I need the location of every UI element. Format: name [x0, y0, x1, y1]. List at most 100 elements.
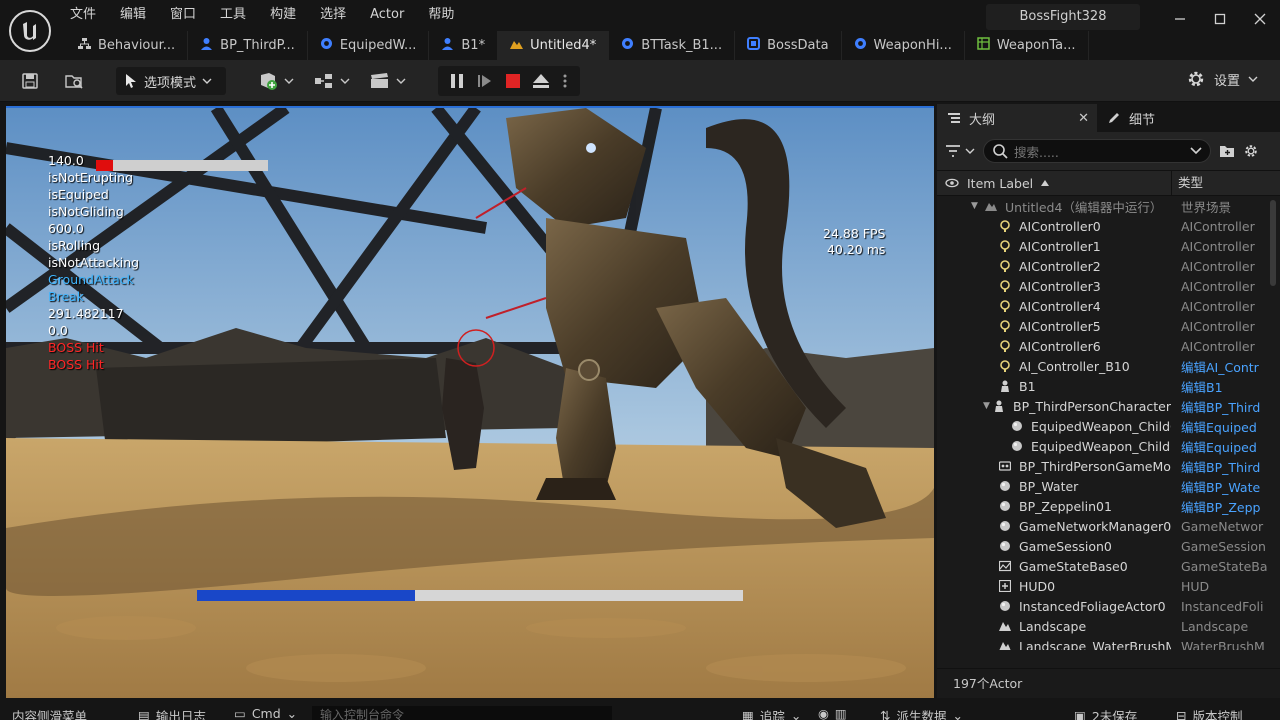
outliner-row[interactable]: GameSession0 GameSession [937, 536, 1280, 556]
close-icon[interactable]: ✕ [1078, 111, 1089, 126]
step-frame-button[interactable] [474, 68, 496, 94]
save-button[interactable] [18, 68, 42, 94]
outliner-scrollbar[interactable] [1270, 200, 1276, 286]
edit-blueprint-link[interactable]: 编辑B1 [1171, 377, 1280, 396]
expand-arrow-icon[interactable]: ▼ [971, 201, 985, 211]
menu-item[interactable]: 帮助 [416, 6, 466, 24]
outliner-row[interactable]: InstancedFoliageActor0 InstancedFoli [937, 596, 1280, 616]
source-control-label: 版本控制 [1192, 709, 1243, 720]
outliner-row[interactable]: AIController3 AIController [937, 276, 1280, 296]
edit-blueprint-link[interactable]: 编辑Equiped [1171, 437, 1280, 456]
add-actor-icon [261, 73, 294, 90]
filter-button[interactable] [945, 144, 975, 158]
outliner-row-type: WaterBrushM [1181, 638, 1265, 651]
debug-line: isNotErupting [48, 170, 134, 185]
item-label-column[interactable]: Item Label [937, 176, 1171, 191]
outliner-row[interactable]: HUD0 HUD [937, 576, 1280, 596]
record-button[interactable]: ◉ ▥ [818, 706, 847, 720]
menu-item[interactable]: 选择 [308, 6, 358, 24]
edit-blueprint-link[interactable]: 编辑BP_Zepp [1171, 497, 1280, 516]
play-options-button[interactable] [558, 68, 572, 94]
pause-button[interactable] [446, 68, 468, 94]
outliner-tab-label: 大纲 [969, 112, 996, 128]
console-input[interactable]: 输入控制台命令 [312, 706, 612, 720]
outliner-row[interactable]: ▼ Untitled4（编辑器中运行） 世界场景 [937, 196, 1280, 216]
edit-blueprint-link[interactable]: 编辑AI_Contr [1171, 357, 1280, 376]
derived-data-button[interactable]: ⇅ 派生数据 ⌄ [880, 706, 963, 720]
menu-item[interactable]: 工具 [208, 6, 258, 24]
menu-item[interactable]: 窗口 [158, 6, 208, 24]
outliner-row-type: Landscape [1181, 618, 1249, 634]
outliner-search-input[interactable]: 搜索..... [983, 139, 1211, 163]
edit-blueprint-link[interactable]: 编辑BP_Third [1171, 457, 1280, 476]
browse-button[interactable] [62, 68, 86, 94]
close-button[interactable] [1240, 0, 1280, 38]
outliner-row[interactable]: EquipedWeapon_Child1 编辑Equiped [937, 436, 1280, 456]
outliner-row[interactable]: GameStateBase0 GameStateBa [937, 556, 1280, 576]
add-actor-button[interactable] [256, 68, 296, 94]
menu-item[interactable]: 构建 [258, 6, 308, 24]
eject-button[interactable] [530, 68, 552, 94]
debug-line: isEquiped [48, 187, 109, 202]
settings-button[interactable]: 设置 [1186, 69, 1258, 89]
panel-tabs: 大纲 ✕ 细节 [937, 104, 1280, 132]
menu-item[interactable]: 编辑 [108, 6, 158, 24]
outliner-row[interactable]: BP_ThirdPersonGameMode 编辑BP_Third [937, 456, 1280, 476]
mode-select[interactable]: 选项模式 [116, 67, 226, 95]
maximize-button[interactable] [1200, 0, 1240, 38]
add-folder-icon[interactable] [1219, 144, 1235, 158]
expand-arrow-icon[interactable]: ▼ [983, 401, 993, 411]
debug-print-log: 140.0 isNotErupting isEquiped isNotGliding 6… [48, 152, 139, 373]
outliner-row-name: BP_Water [937, 479, 1171, 494]
tab-weaponta[interactable]: WeaponTa... [965, 31, 1089, 60]
edit-blueprint-link[interactable]: 编辑Equiped [1171, 417, 1280, 436]
outliner-row[interactable]: AIController0 AIController [937, 216, 1280, 236]
tab-untitled4[interactable]: Untitled4* [498, 31, 610, 60]
tab-equipedw[interactable]: EquipedW... [308, 31, 430, 60]
outliner-row[interactable]: AI_Controller_B10 编辑AI_Contr [937, 356, 1280, 376]
outliner-row[interactable]: BP_Zeppelin01 编辑BP_Zepp [937, 496, 1280, 516]
tab-behaviour[interactable]: Behaviour... [66, 31, 189, 60]
outliner-row[interactable]: AIController4 AIController [937, 296, 1280, 316]
level-viewport[interactable]: 140.0 isNotErupting isEquiped isNotGliding 6… [6, 106, 934, 698]
tab-bp-thirdp[interactable]: BP_ThirdP... [188, 31, 308, 60]
tab-weaponhi[interactable]: WeaponHi... [842, 31, 965, 60]
tab-bossdata[interactable]: BossData [735, 31, 842, 60]
cmd-select[interactable]: ▭ Cmd ⌄ [234, 706, 297, 720]
tab-label: BossData [767, 38, 829, 53]
gear-icon[interactable] [1243, 143, 1259, 159]
menu-item[interactable]: 文件 [70, 6, 108, 24]
unsaved-button[interactable]: ▣ 2未保存 [1074, 706, 1137, 720]
controller-icon [999, 220, 1019, 232]
output-log-button[interactable]: ▤ 输出日志 [138, 706, 206, 720]
edit-blueprint-link[interactable]: 编辑BP_Wate [1171, 477, 1280, 496]
stop-button[interactable] [502, 68, 524, 94]
outliner-row[interactable]: AIController6 AIController [937, 336, 1280, 356]
outliner-row[interactable]: ▼ BP_ThirdPersonCharacter 编辑BP_Third [937, 396, 1280, 416]
outliner-row[interactable]: AIController5 AIController [937, 316, 1280, 336]
outliner-row[interactable]: EquipedWeapon_Child0 编辑Equiped [937, 416, 1280, 436]
outliner-row[interactable]: GameNetworkManager0 GameNetwor [937, 516, 1280, 536]
unreal-logo-icon[interactable] [9, 10, 51, 52]
tab-b1[interactable]: B1* [429, 31, 499, 60]
outliner-row[interactable]: Landscape_WaterBrushMan WaterBrushM [937, 636, 1280, 650]
type-column[interactable]: 类型 [1171, 170, 1280, 196]
blueprint-button[interactable] [312, 68, 352, 94]
outliner-row[interactable]: BP_Water 编辑BP_Wate [937, 476, 1280, 496]
menu-item[interactable]: Actor [358, 6, 416, 24]
trace-button[interactable]: ▦ 追踪 ⌄ [742, 706, 801, 720]
tab-outliner[interactable]: 大纲 ✕ [937, 104, 1097, 132]
edit-blueprint-link[interactable]: 编辑BP_Third [1171, 397, 1280, 416]
outliner-row[interactable]: AIController2 AIController [937, 256, 1280, 276]
outliner-row[interactable]: Landscape Landscape [937, 616, 1280, 636]
minimize-button[interactable] [1160, 0, 1200, 38]
content-drawer-button[interactable]: 内容侧滑菜单 [12, 706, 87, 720]
source-control-button[interactable]: ⊟ 版本控制 [1176, 706, 1243, 720]
unsaved-label: 2未保存 [1091, 709, 1138, 720]
outliner-row-name: HUD0 [937, 579, 1171, 594]
tab-details[interactable]: 细节 [1097, 104, 1165, 132]
cinematics-button[interactable] [368, 68, 408, 94]
outliner-row[interactable]: B1 编辑B1 [937, 376, 1280, 396]
tab-bttask-b1[interactable]: BTTask_B1... [609, 31, 736, 60]
outliner-row[interactable]: AIController1 AIController [937, 236, 1280, 256]
